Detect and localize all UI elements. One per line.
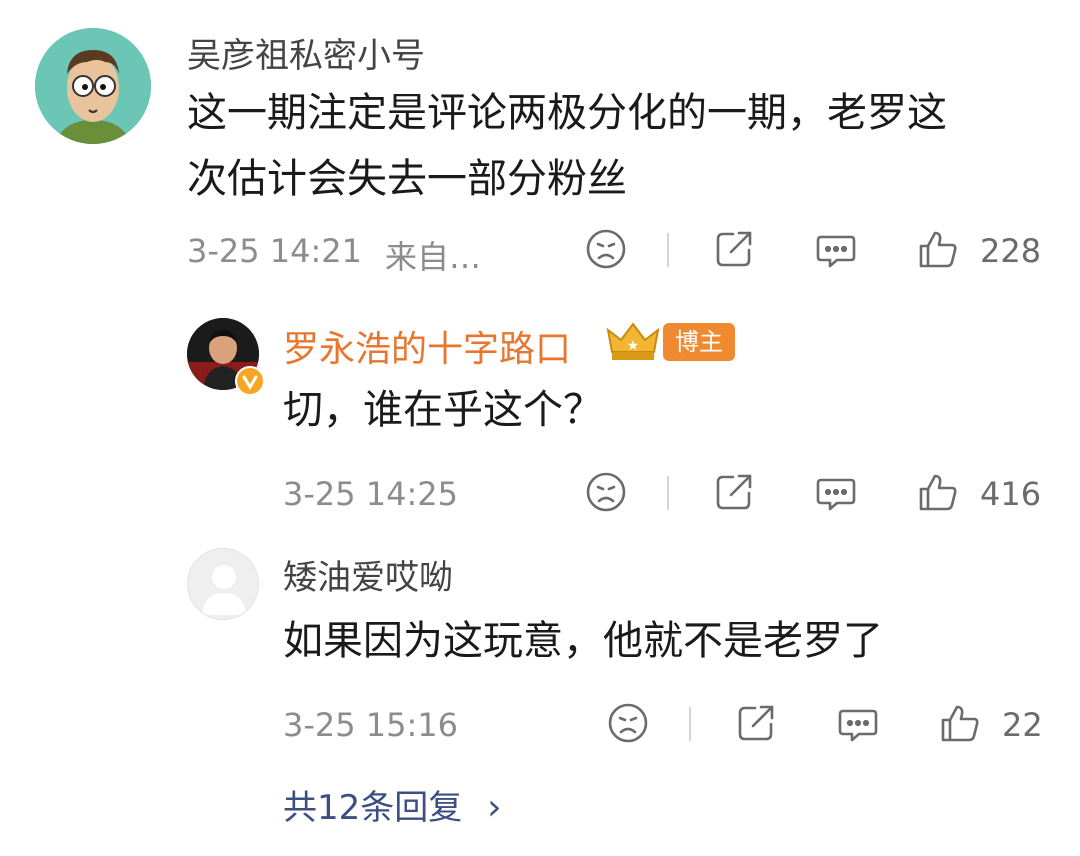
thumbs-up-icon[interactable]: [917, 228, 959, 270]
replies-count-label: 共12条回复: [283, 788, 463, 828]
comment-username[interactable]: 罗永浩的十字路口: [283, 320, 571, 372]
thumbs-up-icon[interactable]: [917, 471, 959, 513]
divider: [667, 476, 669, 510]
comment-text-line: 次估计会失去一部分粉丝: [187, 156, 627, 202]
blogger-badge: 博主: [663, 323, 735, 361]
comment-text: 如果因为这玩意，他就不是老罗了: [283, 618, 883, 664]
sad-face-icon[interactable]: [607, 702, 649, 744]
comment-icon[interactable]: [815, 229, 857, 271]
view-all-replies-link[interactable]: 共12条回复 ›: [283, 780, 501, 829]
comment-time: 3-25 14:25: [283, 475, 459, 513]
chevron-right-icon: ›: [487, 787, 502, 828]
sad-face-icon[interactable]: [585, 228, 627, 270]
avatar-default[interactable]: [187, 548, 259, 620]
comment-text: 切，谁在乎这个？: [283, 387, 603, 433]
divider: [689, 707, 691, 741]
share-icon[interactable]: [735, 702, 777, 744]
like-count: 228: [980, 232, 1042, 270]
avatar-cartoon[interactable]: [35, 28, 151, 144]
comment-source: 来自…: [385, 238, 482, 276]
like-count: 416: [980, 475, 1042, 513]
comment-time: 3-25 15:16: [283, 706, 459, 744]
sad-face-icon[interactable]: [585, 471, 627, 513]
comment-username[interactable]: 吴彦祖私密小号: [187, 28, 425, 77]
comment-time: 3-25 14:21: [187, 232, 363, 270]
comment-icon[interactable]: [815, 472, 857, 514]
share-icon[interactable]: [713, 228, 755, 270]
like-count: 22: [1002, 706, 1043, 744]
comment-text-line: 这一期注定是评论两极分化的一期，老罗这: [187, 90, 947, 136]
crown-icon: ★: [606, 320, 660, 362]
share-icon[interactable]: [713, 471, 755, 513]
comment-username[interactable]: 矮油爱哎呦: [283, 550, 453, 599]
divider: [667, 233, 669, 267]
svg-text:★: ★: [627, 338, 640, 354]
thumbs-up-icon[interactable]: [939, 702, 981, 744]
verified-icon: [235, 366, 265, 396]
comment-icon[interactable]: [837, 703, 879, 745]
